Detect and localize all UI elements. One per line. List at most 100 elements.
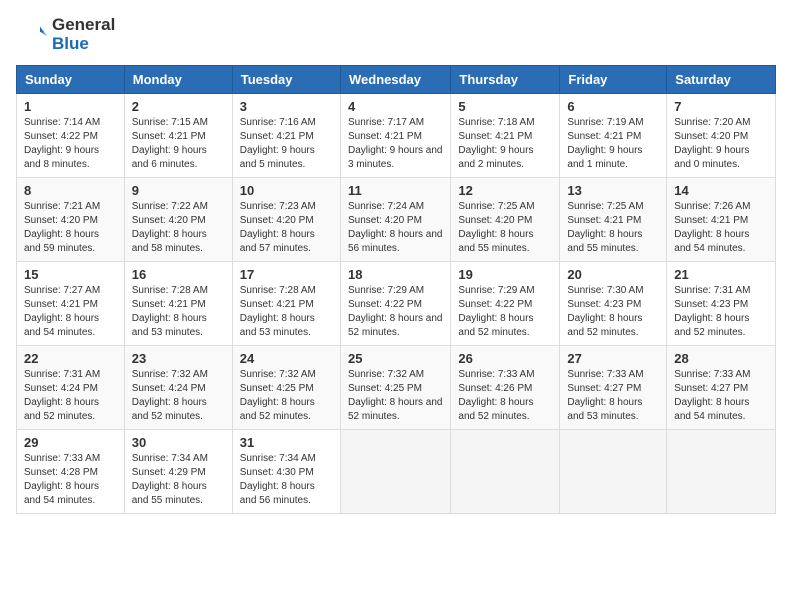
calendar-week-row: 8 Sunrise: 7:21 AM Sunset: 4:20 PM Dayli…	[17, 178, 776, 262]
calendar-day-cell: 10 Sunrise: 7:23 AM Sunset: 4:20 PM Dayl…	[232, 178, 340, 262]
day-number: 9	[132, 183, 225, 198]
day-info: Sunrise: 7:26 AM Sunset: 4:21 PM Dayligh…	[674, 200, 768, 256]
day-info: Sunrise: 7:29 AM Sunset: 4:22 PM Dayligh…	[348, 284, 443, 340]
weekday-header-thursday: Thursday	[451, 66, 560, 94]
calendar-day-cell: 13 Sunrise: 7:25 AM Sunset: 4:21 PM Dayl…	[560, 178, 667, 262]
day-info: Sunrise: 7:27 AM Sunset: 4:21 PM Dayligh…	[24, 284, 117, 340]
weekday-header-tuesday: Tuesday	[232, 66, 340, 94]
weekday-header-sunday: Sunday	[17, 66, 125, 94]
day-number: 14	[674, 183, 768, 198]
day-number: 18	[348, 267, 443, 282]
day-number: 10	[240, 183, 333, 198]
calendar-day-cell: 21 Sunrise: 7:31 AM Sunset: 4:23 PM Dayl…	[667, 262, 776, 346]
calendar-day-cell: 23 Sunrise: 7:32 AM Sunset: 4:24 PM Dayl…	[124, 346, 232, 430]
day-number: 28	[674, 351, 768, 366]
day-number: 23	[132, 351, 225, 366]
day-info: Sunrise: 7:25 AM Sunset: 4:21 PM Dayligh…	[567, 200, 659, 256]
day-info: Sunrise: 7:19 AM Sunset: 4:21 PM Dayligh…	[567, 116, 659, 172]
day-info: Sunrise: 7:24 AM Sunset: 4:20 PM Dayligh…	[348, 200, 443, 256]
day-number: 25	[348, 351, 443, 366]
calendar-day-cell: 30 Sunrise: 7:34 AM Sunset: 4:29 PM Dayl…	[124, 430, 232, 514]
day-info: Sunrise: 7:34 AM Sunset: 4:29 PM Dayligh…	[132, 452, 225, 508]
logo-general-text: General	[52, 15, 115, 34]
day-number: 20	[567, 267, 659, 282]
day-number: 8	[24, 183, 117, 198]
weekday-header-monday: Monday	[124, 66, 232, 94]
day-info: Sunrise: 7:28 AM Sunset: 4:21 PM Dayligh…	[132, 284, 225, 340]
day-number: 17	[240, 267, 333, 282]
day-info: Sunrise: 7:31 AM Sunset: 4:24 PM Dayligh…	[24, 368, 117, 424]
calendar-day-cell: 18 Sunrise: 7:29 AM Sunset: 4:22 PM Dayl…	[340, 262, 450, 346]
day-number: 16	[132, 267, 225, 282]
calendar-day-cell: 25 Sunrise: 7:32 AM Sunset: 4:25 PM Dayl…	[340, 346, 450, 430]
day-info: Sunrise: 7:21 AM Sunset: 4:20 PM Dayligh…	[24, 200, 117, 256]
calendar-day-cell	[667, 430, 776, 514]
day-number: 30	[132, 435, 225, 450]
calendar-day-cell: 28 Sunrise: 7:33 AM Sunset: 4:27 PM Dayl…	[667, 346, 776, 430]
calendar-day-cell: 14 Sunrise: 7:26 AM Sunset: 4:21 PM Dayl…	[667, 178, 776, 262]
calendar-day-cell: 12 Sunrise: 7:25 AM Sunset: 4:20 PM Dayl…	[451, 178, 560, 262]
day-info: Sunrise: 7:33 AM Sunset: 4:28 PM Dayligh…	[24, 452, 117, 508]
day-info: Sunrise: 7:31 AM Sunset: 4:23 PM Dayligh…	[674, 284, 768, 340]
day-number: 12	[458, 183, 552, 198]
day-number: 21	[674, 267, 768, 282]
day-number: 13	[567, 183, 659, 198]
calendar-day-cell: 7 Sunrise: 7:20 AM Sunset: 4:20 PM Dayli…	[667, 94, 776, 178]
day-number: 6	[567, 99, 659, 114]
day-info: Sunrise: 7:14 AM Sunset: 4:22 PM Dayligh…	[24, 116, 117, 172]
day-number: 24	[240, 351, 333, 366]
day-info: Sunrise: 7:18 AM Sunset: 4:21 PM Dayligh…	[458, 116, 552, 172]
calendar-day-cell: 4 Sunrise: 7:17 AM Sunset: 4:21 PM Dayli…	[340, 94, 450, 178]
calendar-header-row: SundayMondayTuesdayWednesdayThursdayFrid…	[17, 66, 776, 94]
day-number: 27	[567, 351, 659, 366]
day-number: 1	[24, 99, 117, 114]
weekday-header-wednesday: Wednesday	[340, 66, 450, 94]
day-info: Sunrise: 7:16 AM Sunset: 4:21 PM Dayligh…	[240, 116, 333, 172]
calendar-day-cell: 16 Sunrise: 7:28 AM Sunset: 4:21 PM Dayl…	[124, 262, 232, 346]
day-info: Sunrise: 7:25 AM Sunset: 4:20 PM Dayligh…	[458, 200, 552, 256]
calendar-day-cell: 20 Sunrise: 7:30 AM Sunset: 4:23 PM Dayl…	[560, 262, 667, 346]
day-number: 5	[458, 99, 552, 114]
calendar-day-cell: 29 Sunrise: 7:33 AM Sunset: 4:28 PM Dayl…	[17, 430, 125, 514]
logo: General Blue	[16, 16, 115, 53]
day-info: Sunrise: 7:33 AM Sunset: 4:27 PM Dayligh…	[567, 368, 659, 424]
day-info: Sunrise: 7:33 AM Sunset: 4:26 PM Dayligh…	[458, 368, 552, 424]
day-info: Sunrise: 7:33 AM Sunset: 4:27 PM Dayligh…	[674, 368, 768, 424]
calendar-day-cell: 11 Sunrise: 7:24 AM Sunset: 4:20 PM Dayl…	[340, 178, 450, 262]
day-number: 3	[240, 99, 333, 114]
calendar-day-cell: 6 Sunrise: 7:19 AM Sunset: 4:21 PM Dayli…	[560, 94, 667, 178]
calendar-week-row: 1 Sunrise: 7:14 AM Sunset: 4:22 PM Dayli…	[17, 94, 776, 178]
day-number: 26	[458, 351, 552, 366]
weekday-header-friday: Friday	[560, 66, 667, 94]
logo-icon	[16, 18, 48, 52]
calendar-day-cell	[560, 430, 667, 514]
day-info: Sunrise: 7:28 AM Sunset: 4:21 PM Dayligh…	[240, 284, 333, 340]
day-number: 11	[348, 183, 443, 198]
calendar-day-cell: 27 Sunrise: 7:33 AM Sunset: 4:27 PM Dayl…	[560, 346, 667, 430]
calendar-day-cell: 3 Sunrise: 7:16 AM Sunset: 4:21 PM Dayli…	[232, 94, 340, 178]
day-number: 22	[24, 351, 117, 366]
day-number: 4	[348, 99, 443, 114]
day-info: Sunrise: 7:22 AM Sunset: 4:20 PM Dayligh…	[132, 200, 225, 256]
calendar-day-cell	[451, 430, 560, 514]
page-header: General Blue	[16, 16, 776, 53]
calendar-day-cell: 8 Sunrise: 7:21 AM Sunset: 4:20 PM Dayli…	[17, 178, 125, 262]
calendar-day-cell	[340, 430, 450, 514]
calendar-day-cell: 2 Sunrise: 7:15 AM Sunset: 4:21 PM Dayli…	[124, 94, 232, 178]
calendar-day-cell: 9 Sunrise: 7:22 AM Sunset: 4:20 PM Dayli…	[124, 178, 232, 262]
logo-blue-text: Blue	[52, 34, 89, 53]
calendar-day-cell: 17 Sunrise: 7:28 AM Sunset: 4:21 PM Dayl…	[232, 262, 340, 346]
day-info: Sunrise: 7:29 AM Sunset: 4:22 PM Dayligh…	[458, 284, 552, 340]
day-number: 2	[132, 99, 225, 114]
day-info: Sunrise: 7:15 AM Sunset: 4:21 PM Dayligh…	[132, 116, 225, 172]
day-number: 19	[458, 267, 552, 282]
day-info: Sunrise: 7:32 AM Sunset: 4:24 PM Dayligh…	[132, 368, 225, 424]
calendar-day-cell: 5 Sunrise: 7:18 AM Sunset: 4:21 PM Dayli…	[451, 94, 560, 178]
calendar-day-cell: 26 Sunrise: 7:33 AM Sunset: 4:26 PM Dayl…	[451, 346, 560, 430]
day-info: Sunrise: 7:34 AM Sunset: 4:30 PM Dayligh…	[240, 452, 333, 508]
day-number: 15	[24, 267, 117, 282]
day-info: Sunrise: 7:23 AM Sunset: 4:20 PM Dayligh…	[240, 200, 333, 256]
day-number: 7	[674, 99, 768, 114]
day-info: Sunrise: 7:20 AM Sunset: 4:20 PM Dayligh…	[674, 116, 768, 172]
day-number: 31	[240, 435, 333, 450]
